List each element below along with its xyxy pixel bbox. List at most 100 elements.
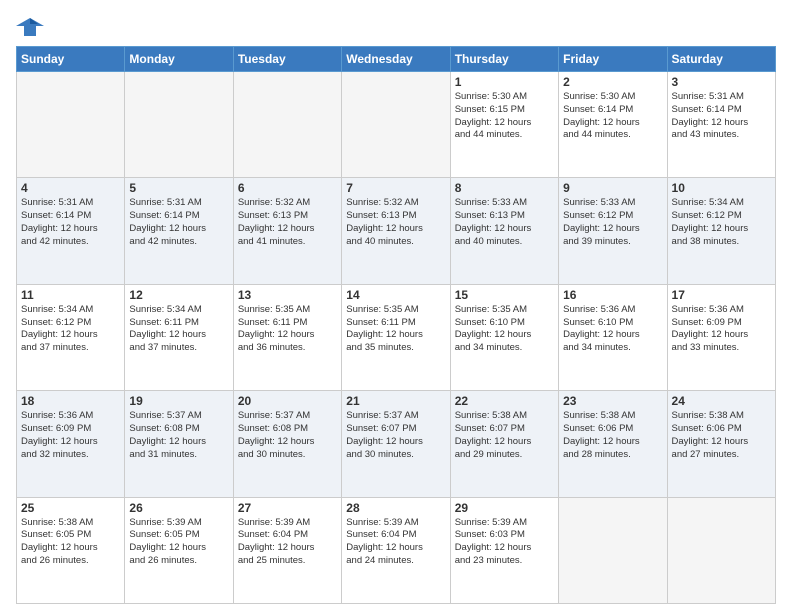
day-info: Sunrise: 5:36 AM Sunset: 6:09 PM Dayligh… [672, 304, 771, 355]
day-number: 27 [238, 501, 337, 515]
day-number: 13 [238, 288, 337, 302]
calendar-cell: 9 Sunrise: 5:33 AM Sunset: 6:12 PM Daylig… [559, 178, 667, 284]
day-number: 26 [129, 501, 228, 515]
day-number: 12 [129, 288, 228, 302]
day-info: Sunrise: 5:36 AM Sunset: 6:09 PM Dayligh… [21, 410, 120, 461]
calendar-row: 1 Sunrise: 5:30 AM Sunset: 6:15 PM Daylig… [17, 72, 776, 178]
calendar-cell: 3 Sunrise: 5:31 AM Sunset: 6:14 PM Daylig… [667, 72, 775, 178]
calendar-cell [667, 497, 775, 603]
calendar-cell: 17 Sunrise: 5:36 AM Sunset: 6:09 PM Dayli… [667, 284, 775, 390]
day-number: 16 [563, 288, 662, 302]
day-number: 14 [346, 288, 445, 302]
logo [16, 16, 48, 38]
calendar-cell: 4 Sunrise: 5:31 AM Sunset: 6:14 PM Daylig… [17, 178, 125, 284]
calendar-cell [233, 72, 341, 178]
day-number: 18 [21, 394, 120, 408]
col-header-monday: Monday [125, 47, 233, 72]
day-info: Sunrise: 5:38 AM Sunset: 6:06 PM Dayligh… [672, 410, 771, 461]
day-info: Sunrise: 5:30 AM Sunset: 6:14 PM Dayligh… [563, 91, 662, 142]
calendar-cell: 8 Sunrise: 5:33 AM Sunset: 6:13 PM Daylig… [450, 178, 558, 284]
day-number: 21 [346, 394, 445, 408]
day-number: 29 [455, 501, 554, 515]
day-info: Sunrise: 5:30 AM Sunset: 6:15 PM Dayligh… [455, 91, 554, 142]
day-info: Sunrise: 5:38 AM Sunset: 6:07 PM Dayligh… [455, 410, 554, 461]
day-number: 3 [672, 75, 771, 89]
calendar-cell: 7 Sunrise: 5:32 AM Sunset: 6:13 PM Daylig… [342, 178, 450, 284]
header [16, 16, 776, 38]
day-number: 15 [455, 288, 554, 302]
day-number: 19 [129, 394, 228, 408]
page: SundayMondayTuesdayWednesdayThursdayFrid… [0, 0, 792, 612]
calendar-cell [125, 72, 233, 178]
calendar-cell: 14 Sunrise: 5:35 AM Sunset: 6:11 PM Dayli… [342, 284, 450, 390]
day-info: Sunrise: 5:38 AM Sunset: 6:06 PM Dayligh… [563, 410, 662, 461]
day-number: 1 [455, 75, 554, 89]
calendar-cell: 23 Sunrise: 5:38 AM Sunset: 6:06 PM Dayli… [559, 391, 667, 497]
day-info: Sunrise: 5:31 AM Sunset: 6:14 PM Dayligh… [21, 197, 120, 248]
day-number: 7 [346, 181, 445, 195]
calendar-cell: 18 Sunrise: 5:36 AM Sunset: 6:09 PM Dayli… [17, 391, 125, 497]
calendar-row: 4 Sunrise: 5:31 AM Sunset: 6:14 PM Daylig… [17, 178, 776, 284]
calendar-cell: 11 Sunrise: 5:34 AM Sunset: 6:12 PM Dayli… [17, 284, 125, 390]
day-number: 5 [129, 181, 228, 195]
day-number: 23 [563, 394, 662, 408]
calendar-cell: 22 Sunrise: 5:38 AM Sunset: 6:07 PM Dayli… [450, 391, 558, 497]
day-number: 10 [672, 181, 771, 195]
day-info: Sunrise: 5:38 AM Sunset: 6:05 PM Dayligh… [21, 517, 120, 568]
day-number: 4 [21, 181, 120, 195]
day-number: 11 [21, 288, 120, 302]
day-number: 6 [238, 181, 337, 195]
logo-bird-icon [16, 16, 44, 38]
day-info: Sunrise: 5:33 AM Sunset: 6:13 PM Dayligh… [455, 197, 554, 248]
header-row: SundayMondayTuesdayWednesdayThursdayFrid… [17, 47, 776, 72]
calendar-cell: 6 Sunrise: 5:32 AM Sunset: 6:13 PM Daylig… [233, 178, 341, 284]
calendar-cell: 2 Sunrise: 5:30 AM Sunset: 6:14 PM Daylig… [559, 72, 667, 178]
calendar-cell: 13 Sunrise: 5:35 AM Sunset: 6:11 PM Dayli… [233, 284, 341, 390]
day-info: Sunrise: 5:39 AM Sunset: 6:03 PM Dayligh… [455, 517, 554, 568]
day-number: 9 [563, 181, 662, 195]
col-header-thursday: Thursday [450, 47, 558, 72]
calendar-cell [17, 72, 125, 178]
calendar-cell: 24 Sunrise: 5:38 AM Sunset: 6:06 PM Dayli… [667, 391, 775, 497]
day-info: Sunrise: 5:32 AM Sunset: 6:13 PM Dayligh… [346, 197, 445, 248]
col-header-wednesday: Wednesday [342, 47, 450, 72]
calendar-cell: 21Sunrise: 5:37 AM Sunset: 6:07 PM Dayli… [342, 391, 450, 497]
day-info: Sunrise: 5:39 AM Sunset: 6:04 PM Dayligh… [346, 517, 445, 568]
day-info: Sunrise: 5:39 AM Sunset: 6:05 PM Dayligh… [129, 517, 228, 568]
day-number: 8 [455, 181, 554, 195]
day-info: Sunrise: 5:35 AM Sunset: 6:11 PM Dayligh… [238, 304, 337, 355]
day-number: 25 [21, 501, 120, 515]
day-info: Sunrise: 5:32 AM Sunset: 6:13 PM Dayligh… [238, 197, 337, 248]
day-info: Sunrise: 5:34 AM Sunset: 6:12 PM Dayligh… [672, 197, 771, 248]
day-number: 2 [563, 75, 662, 89]
day-info: Sunrise: 5:31 AM Sunset: 6:14 PM Dayligh… [672, 91, 771, 142]
calendar-cell: 1 Sunrise: 5:30 AM Sunset: 6:15 PM Daylig… [450, 72, 558, 178]
col-header-saturday: Saturday [667, 47, 775, 72]
col-header-friday: Friday [559, 47, 667, 72]
day-info: Sunrise: 5:39 AM Sunset: 6:04 PM Dayligh… [238, 517, 337, 568]
day-info: Sunrise: 5:34 AM Sunset: 6:11 PM Dayligh… [129, 304, 228, 355]
calendar-cell: 19 Sunrise: 5:37 AM Sunset: 6:08 PM Dayli… [125, 391, 233, 497]
day-info: Sunrise: 5:35 AM Sunset: 6:11 PM Dayligh… [346, 304, 445, 355]
day-number: 28 [346, 501, 445, 515]
calendar-cell: 28 Sunrise: 5:39 AM Sunset: 6:04 PM Dayli… [342, 497, 450, 603]
calendar-cell: 20Sunrise: 5:37 AM Sunset: 6:08 PM Dayli… [233, 391, 341, 497]
day-number: 22 [455, 394, 554, 408]
calendar-cell: 29 Sunrise: 5:39 AM Sunset: 6:03 PM Dayli… [450, 497, 558, 603]
day-number: 17 [672, 288, 771, 302]
day-info: Sunrise: 5:35 AM Sunset: 6:10 PM Dayligh… [455, 304, 554, 355]
calendar-cell: 27 Sunrise: 5:39 AM Sunset: 6:04 PM Dayli… [233, 497, 341, 603]
day-info: Sunrise: 5:37 AM Sunset: 6:08 PM Dayligh… [238, 410, 337, 461]
calendar-cell: 5Sunrise: 5:31 AM Sunset: 6:14 PM Daylig… [125, 178, 233, 284]
day-info: Sunrise: 5:33 AM Sunset: 6:12 PM Dayligh… [563, 197, 662, 248]
col-header-tuesday: Tuesday [233, 47, 341, 72]
calendar-cell [559, 497, 667, 603]
day-number: 24 [672, 394, 771, 408]
calendar-row: 18 Sunrise: 5:36 AM Sunset: 6:09 PM Dayli… [17, 391, 776, 497]
day-info: Sunrise: 5:34 AM Sunset: 6:12 PM Dayligh… [21, 304, 120, 355]
calendar-cell: 15 Sunrise: 5:35 AM Sunset: 6:10 PM Dayli… [450, 284, 558, 390]
day-info: Sunrise: 5:37 AM Sunset: 6:08 PM Dayligh… [129, 410, 228, 461]
calendar-cell: 12 Sunrise: 5:34 AM Sunset: 6:11 PM Dayli… [125, 284, 233, 390]
calendar-cell: 10 Sunrise: 5:34 AM Sunset: 6:12 PM Dayli… [667, 178, 775, 284]
calendar-row: 11 Sunrise: 5:34 AM Sunset: 6:12 PM Dayli… [17, 284, 776, 390]
